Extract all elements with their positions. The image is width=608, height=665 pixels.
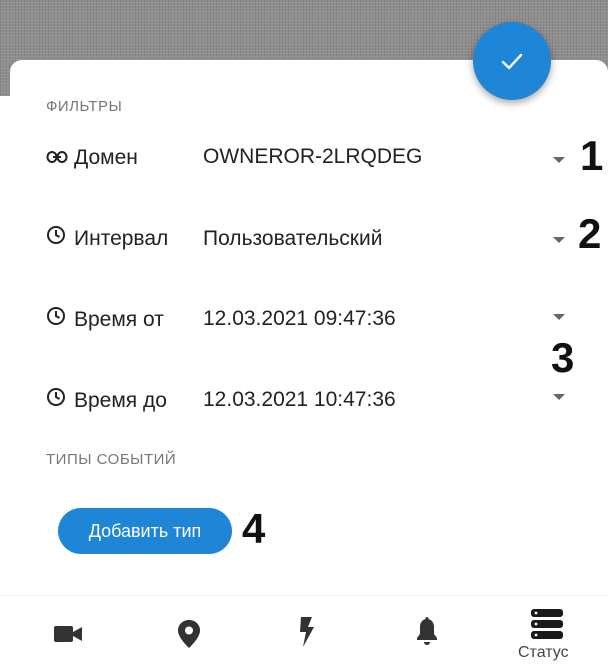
annotation-2: 2 [578, 210, 602, 257]
nav-notifications[interactable] [388, 596, 468, 665]
lightning-icon [300, 617, 314, 647]
time-from-value: 12.03.2021 09:47:36 [203, 307, 396, 330]
video-camera-icon [54, 626, 82, 642]
bell-icon [417, 617, 437, 645]
nav-map[interactable] [150, 596, 230, 665]
time-to-value: 12.03.2021 10:47:36 [203, 388, 396, 411]
nav-events[interactable] [268, 596, 348, 665]
nav-video[interactable] [28, 596, 108, 665]
annotation-1: 1 [580, 132, 604, 179]
interval-label: Интервал [74, 227, 169, 250]
map-pin-icon [178, 620, 200, 648]
check-icon [501, 53, 523, 70]
annotation-4: 4 [242, 505, 266, 552]
apply-filters-button[interactable] [473, 22, 551, 100]
event-types-section-title: ТИПЫ СОБЫТИЙ [46, 451, 177, 468]
domain-value: OWNEROR-2LRQDEG [203, 145, 423, 168]
add-event-type-button[interactable]: Добавить тип [58, 508, 232, 554]
domain-label: Домен [74, 146, 138, 169]
time-to-dropdown-arrow[interactable] [553, 394, 565, 400]
time-from-dropdown-arrow[interactable] [553, 314, 565, 320]
interval-dropdown-arrow[interactable] [553, 237, 565, 243]
time-from-label: Время от [74, 308, 164, 331]
clock-icon [47, 388, 65, 406]
clock-icon [47, 307, 65, 325]
annotation-3: 3 [551, 334, 575, 381]
filters-section-title: ФИЛЬТРЫ [46, 98, 123, 115]
clock-icon [47, 226, 65, 244]
nav-status[interactable]: Статус [508, 596, 594, 665]
link-icon [46, 151, 68, 163]
server-stack-icon [531, 609, 563, 639]
domain-dropdown-arrow[interactable] [553, 157, 565, 163]
bottom-navigation: Статус [0, 595, 608, 665]
interval-value: Пользовательский [203, 227, 383, 250]
time-to-label: Время до [74, 389, 167, 412]
nav-status-label: Статус [518, 644, 569, 661]
